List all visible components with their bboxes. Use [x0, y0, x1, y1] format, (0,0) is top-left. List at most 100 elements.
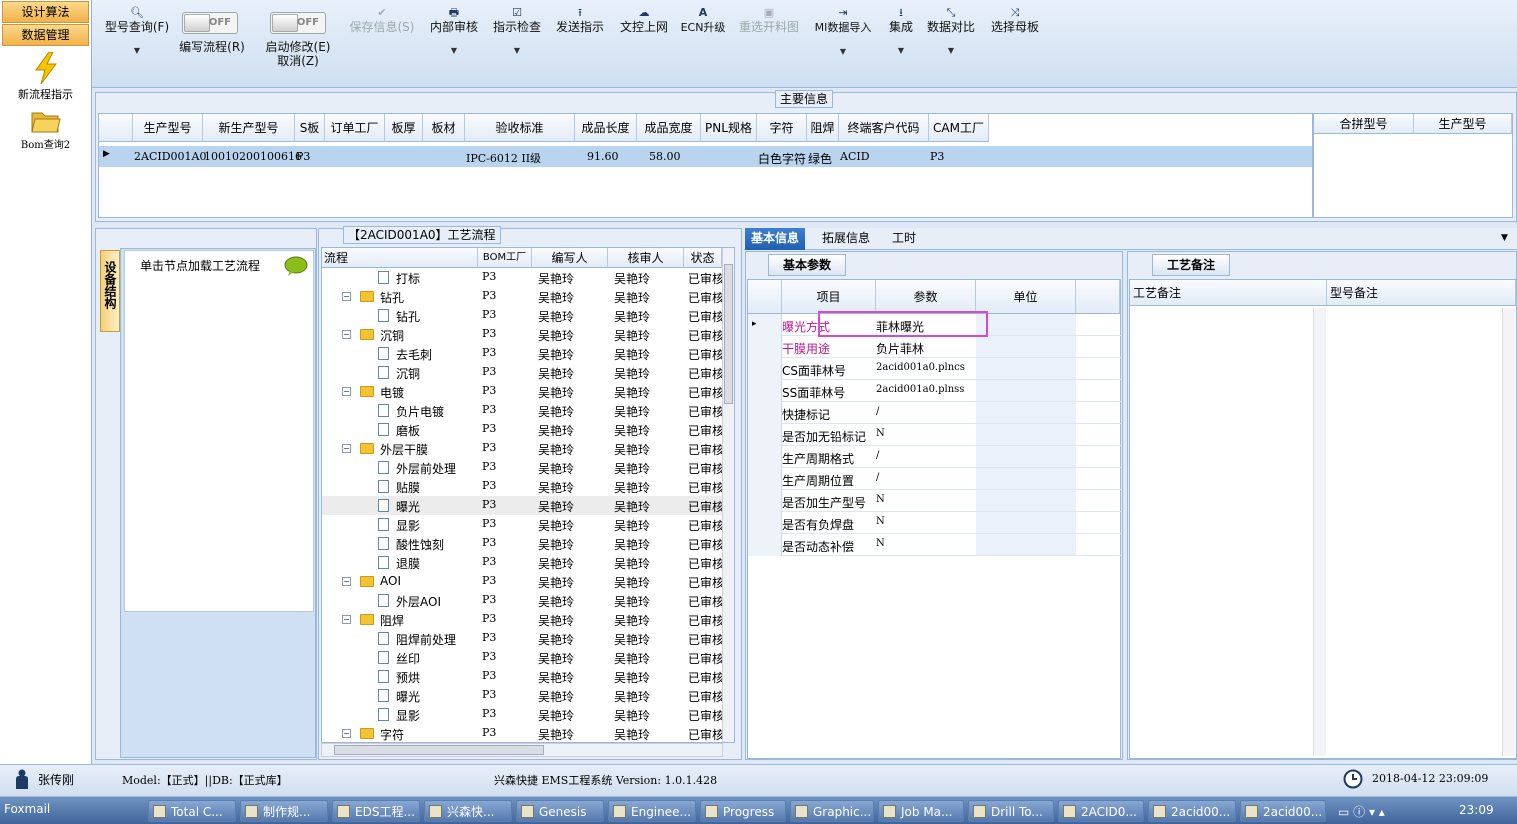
- merge-model-header[interactable]: 合拼型号: [1314, 114, 1414, 134]
- taskbar-item[interactable]: 2acid00...: [1148, 800, 1236, 822]
- taskbar-item[interactable]: Graphic...: [790, 800, 874, 822]
- column-header[interactable]: 板厚: [385, 114, 423, 142]
- row-header[interactable]: [748, 380, 782, 402]
- flow-tree-row[interactable]: − 外层干膜 P3 吴艳玲 吴艳玲 已审核: [322, 439, 722, 458]
- taskbar-foxmail[interactable]: Foxmail: [4, 802, 50, 816]
- model-query-button[interactable]: 🔍︎ 型号查询(F) ▼: [102, 6, 172, 58]
- taskbar-item[interactable]: Total C...: [148, 800, 236, 822]
- flow-column-header[interactable]: 核审人: [608, 248, 684, 268]
- tab-work-hours[interactable]: 工时: [886, 228, 922, 250]
- param-unit[interactable]: [976, 314, 1076, 335]
- scrollbar-thumb[interactable]: [724, 264, 733, 404]
- taskbar-item[interactable]: Genesis: [516, 800, 604, 822]
- table-cell[interactable]: P3: [296, 150, 310, 163]
- flow-column-header[interactable]: 状态: [684, 248, 722, 268]
- nav-tab-design-algorithm[interactable]: 设计算法: [2, 1, 89, 23]
- production-model-header[interactable]: 生产型号: [1414, 114, 1512, 134]
- data-compare-button[interactable]: ⤡ 数据对比 ▼: [926, 6, 976, 58]
- flow-tree-row[interactable]: 曝光 P3 吴艳玲 吴艳玲 已审核: [322, 496, 722, 515]
- write-flow-toggle[interactable]: OFF: [182, 12, 238, 34]
- row-header[interactable]: [748, 512, 782, 534]
- taskbar-item[interactable]: 2ACID0...: [1058, 800, 1144, 822]
- collapse-toggle-icon[interactable]: −: [342, 615, 351, 624]
- param-row[interactable]: 干膜用途 负片菲林: [748, 336, 1122, 358]
- column-header[interactable]: S板: [295, 114, 325, 142]
- device-tree-view[interactable]: [124, 250, 314, 612]
- mi-data-import-button[interactable]: ⇥ MI数据导入 ▼: [810, 6, 876, 59]
- tray-icons[interactable]: ▭ ⓘ ▾ ▴: [1338, 803, 1385, 820]
- param-unit[interactable]: [976, 446, 1076, 467]
- flow-tree-row[interactable]: 沉铜 P3 吴艳玲 吴艳玲 已审核: [322, 363, 722, 382]
- param-unit[interactable]: [976, 468, 1076, 489]
- integrate-button[interactable]: ⭳ 集成 ▼: [884, 6, 918, 58]
- table-cell[interactable]: P3: [930, 150, 944, 163]
- row-header[interactable]: [748, 424, 782, 446]
- internal-review-button[interactable]: 🖶 内部审核 ▼: [428, 6, 480, 58]
- new-flow-instruction-tool[interactable]: 新流程指示: [0, 52, 91, 102]
- save-info-button[interactable]: ✔ 保存信息(S): [346, 6, 418, 34]
- instruction-check-button[interactable]: ☑ 指示检查 ▼: [490, 6, 544, 58]
- flow-tree-row[interactable]: − 阻焊 P3 吴艳玲 吴艳玲 已审核: [322, 610, 722, 629]
- flow-tree-row[interactable]: 显影 P3 吴艳玲 吴艳玲 已审核: [322, 705, 722, 724]
- param-unit[interactable]: [976, 490, 1076, 511]
- taskbar-item[interactable]: Progress: [700, 800, 786, 822]
- taskbar-item[interactable]: 兴森快...: [424, 800, 512, 822]
- flow-horizontal-scrollbar[interactable]: [321, 743, 723, 757]
- table-cell[interactable]: 91.60: [587, 150, 619, 163]
- column-header[interactable]: 阻焊: [807, 114, 839, 142]
- flow-tree-row[interactable]: − 电镀 P3 吴艳玲 吴艳玲 已审核: [322, 382, 722, 401]
- column-header[interactable]: 验收标准: [465, 114, 575, 142]
- taskbar-item[interactable]: 2acid00...: [1240, 800, 1326, 822]
- flow-column-header[interactable]: BOM工厂: [478, 248, 532, 268]
- scrollbar-thumb[interactable]: [334, 745, 544, 755]
- taskbar-item[interactable]: 制作规...: [240, 800, 328, 822]
- taskbar-item[interactable]: Drill To...: [968, 800, 1054, 822]
- process-remark-header[interactable]: 工艺备注: [1130, 280, 1327, 306]
- taskbar-item[interactable]: Job Ma...: [878, 800, 964, 822]
- tab-extended-info[interactable]: 拓展信息: [816, 228, 876, 250]
- param-unit[interactable]: [976, 402, 1076, 423]
- ecn-upgrade-button[interactable]: A ECN升级: [678, 6, 728, 35]
- table-cell[interactable]: 2ACID001A0: [134, 150, 206, 163]
- flow-tree-row[interactable]: − 沉铜 P3 吴艳玲 吴艳玲 已审核: [322, 325, 722, 344]
- param-row[interactable]: SS面菲林号 2acid001a0.plnss: [748, 380, 1122, 402]
- bom-query-tool[interactable]: Bom查询2: [0, 108, 91, 151]
- start-modify-toggle[interactable]: OFF: [270, 12, 326, 34]
- param-row[interactable]: 生产周期位置 /: [748, 468, 1122, 490]
- column-header[interactable]: 成品宽度: [637, 114, 701, 142]
- table-cell[interactable]: ACID: [840, 150, 870, 163]
- flow-tree-row[interactable]: 阻焊前处理 P3 吴艳玲 吴艳玲 已审核: [322, 629, 722, 648]
- param-value[interactable]: 2acid001a0.plnss: [876, 384, 964, 395]
- param-unit[interactable]: [976, 358, 1076, 379]
- collapse-toggle-icon[interactable]: −: [342, 444, 351, 453]
- select-mother-board-button[interactable]: ⤨ 选择母板: [988, 6, 1042, 34]
- device-structure-tab[interactable]: 设备结构: [100, 250, 120, 332]
- collapse-toggle-icon[interactable]: −: [342, 577, 351, 586]
- collapse-toggle-icon[interactable]: −: [342, 292, 351, 301]
- column-header-item[interactable]: 项目: [782, 280, 876, 314]
- process-flow-tree[interactable]: 流程 BOM工厂 编写人 核审人 状态 打标 P3 吴艳玲 吴艳玲 已审核 − 钻孔 P3 吴艳玲 吴艳玲…: [321, 247, 735, 743]
- flow-column-header[interactable]: 流程: [322, 248, 478, 268]
- row-header[interactable]: ▸: [748, 314, 782, 336]
- param-row[interactable]: 是否有负焊盘 N: [748, 512, 1122, 534]
- column-header[interactable]: PNL规格: [701, 114, 757, 142]
- column-header-param[interactable]: 参数: [876, 280, 976, 314]
- param-value[interactable]: N: [876, 494, 885, 505]
- table-cell[interactable]: 绿色: [808, 150, 832, 167]
- param-value[interactable]: N: [876, 428, 885, 439]
- param-row[interactable]: 快捷标记 /: [748, 402, 1122, 424]
- send-instruction-button[interactable]: ⭱ 发送指示: [552, 6, 608, 34]
- param-row[interactable]: 生产周期格式 /: [748, 446, 1122, 468]
- param-value[interactable]: 2acid001a0.plncs: [876, 362, 965, 373]
- flow-tree-row[interactable]: 外层AOI P3 吴艳玲 吴艳玲 已审核: [322, 591, 722, 610]
- param-unit[interactable]: [976, 336, 1076, 357]
- flow-tree-row[interactable]: 显影 P3 吴艳玲 吴艳玲 已审核: [322, 515, 722, 534]
- column-header[interactable]: 生产型号: [133, 114, 203, 142]
- reselect-cutting-diagram-button[interactable]: ▣ 重选开料图: [736, 6, 802, 34]
- row-header[interactable]: [748, 490, 782, 512]
- tab-basic-info[interactable]: 基本信息: [745, 228, 806, 250]
- column-header[interactable]: 板材: [423, 114, 465, 142]
- param-value[interactable]: 负片菲林: [876, 340, 924, 357]
- column-header[interactable]: 终端客户代码: [839, 114, 929, 142]
- table-cell[interactable]: 10010200100616: [204, 150, 302, 163]
